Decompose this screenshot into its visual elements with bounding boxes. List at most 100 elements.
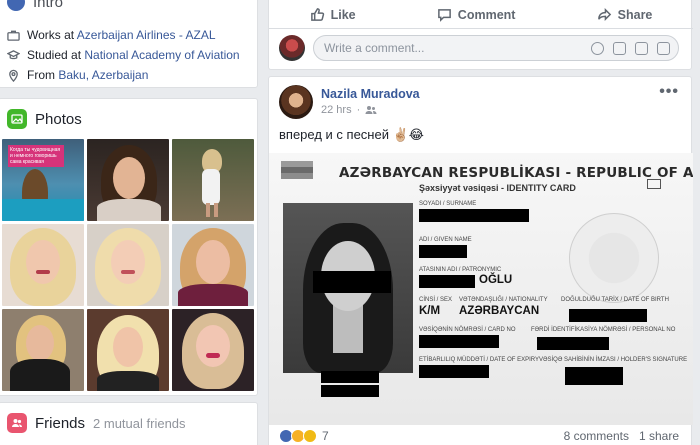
comment-input[interactable]: Write a comment... <box>313 35 679 61</box>
post-card: Nazila Muradova 22 hrs · ••• вперед и с … <box>268 76 693 445</box>
location-pin-icon <box>9 69 18 82</box>
post-header: Nazila Muradova 22 hrs · <box>279 85 420 119</box>
intro-work-text: Works at Azerbaijan Airlines - AZAL <box>27 28 216 42</box>
photo-thumb[interactable] <box>2 224 84 306</box>
post-text: вперед и с песней ✌🏼😂 <box>279 127 424 142</box>
nationality-value: AZƏRBAYCAN <box>459 305 540 317</box>
expiry-redaction <box>419 365 489 378</box>
sex-value: K/M <box>419 305 441 317</box>
photo-thumb[interactable] <box>87 309 169 391</box>
bottom-redaction-1 <box>321 371 379 383</box>
like-label: Like <box>330 7 356 22</box>
photo-thumb[interactable] <box>87 139 169 221</box>
from-prefix: From <box>27 68 59 82</box>
intro-from-text: From Baku, Azerbaijan <box>27 68 148 82</box>
photo-thumb[interactable] <box>172 224 254 306</box>
gif-icon[interactable] <box>635 41 648 55</box>
previous-post-footer: Like Comment Share Write a comment... <box>268 0 693 70</box>
friends-mutual-count: 2 mutual friends <box>93 415 186 431</box>
post-timestamp[interactable]: 22 hrs <box>321 104 352 116</box>
friends-audience-icon[interactable] <box>365 105 377 115</box>
flag-graphic <box>281 161 313 179</box>
work-prefix: Works at <box>27 28 77 42</box>
intro-work-row: Works at Azerbaijan Airlines - AZAL <box>7 25 240 45</box>
photo-caption: Когда ты чудовищная и немного говоришь с… <box>8 145 64 167</box>
post-options-icon[interactable]: ••• <box>659 83 679 101</box>
intro-study-text: Studied at National Academy of Aviation <box>27 48 240 62</box>
expiry-label: ETİBARLILIQ MÜDDƏTİ / DATE OF EXPIRY <box>419 357 539 363</box>
sticker-icon[interactable] <box>657 41 670 55</box>
dot-separator: · <box>356 104 361 116</box>
intro-study-row: Studied at National Academy of Aviation <box>7 45 240 65</box>
intro-card: Intro Works at Azerbaijan Airlines - AZA… <box>0 0 258 88</box>
share-count[interactable]: 1 share <box>639 429 679 443</box>
briefcase-icon <box>7 30 20 41</box>
wow-reaction-icon <box>303 429 317 443</box>
surname-redaction <box>419 209 529 222</box>
globe-icon <box>7 0 25 11</box>
signature-label: VƏSİQƏ SAHİBİNİN İMZASI / HOLDER'S SIGNA… <box>539 357 688 363</box>
comment-tools <box>591 41 670 55</box>
study-link[interactable]: National Academy of Aviation <box>84 48 239 62</box>
bottom-redaction-2 <box>321 385 379 397</box>
given-name-redaction <box>419 245 467 258</box>
photos-card: Photos Когда ты чудовищная и немного гов… <box>0 98 258 396</box>
share-arrow-icon <box>597 8 611 21</box>
work-link[interactable]: Azerbaijan Airlines - AZAL <box>77 28 216 42</box>
comment-button[interactable]: Comment <box>437 7 515 22</box>
intro-list: Works at Azerbaijan Airlines - AZAL Stud… <box>7 25 240 85</box>
reaction-summary[interactable]: 7 <box>279 429 329 443</box>
share-label: Share <box>617 7 653 22</box>
surname-label: SOYADI / SURNAME <box>419 201 477 207</box>
sex-label: CİNSİ / SEX <box>419 297 453 303</box>
comment-bubble-icon <box>437 9 451 22</box>
intro-title: Intro <box>33 0 64 11</box>
share-button[interactable]: Share <box>597 7 653 22</box>
thumbs-up-icon <box>310 8 324 21</box>
author-name[interactable]: Nazila Muradova <box>321 87 420 101</box>
dob-redaction <box>569 309 647 322</box>
photo-thumb[interactable] <box>172 309 254 391</box>
post-image[interactable]: AZƏRBAYCAN RESPUBLİKASI - REPUBLIC OF AZ… <box>269 153 693 425</box>
photo-thumb[interactable] <box>87 224 169 306</box>
id-portrait <box>283 203 413 373</box>
photos-title[interactable]: Photos <box>35 111 82 128</box>
chip-graphic <box>647 179 661 189</box>
camera-icon[interactable] <box>613 41 626 55</box>
photos-header: Photos <box>7 109 82 129</box>
author-avatar[interactable] <box>279 85 313 119</box>
post-meta: 22 hrs · <box>321 104 420 116</box>
id-card-title: AZƏRBAYCAN RESPUBLİKASI - REPUBLIC OF AZ… <box>339 165 693 181</box>
patronymic-label: ATASININ ADI / PATRONYMIC <box>419 267 502 273</box>
identity-card-photo: AZƏRBAYCAN RESPUBLİKASI - REPUBLIC OF AZ… <box>269 153 693 425</box>
facebook-profile-page: Intro Works at Azerbaijan Airlines - AZA… <box>0 0 700 445</box>
like-button[interactable]: Like <box>310 7 356 22</box>
from-link[interactable]: Baku, Azerbaijan <box>58 68 148 82</box>
photo-grid: Когда ты чудовищная и немного говоришь с… <box>2 139 254 391</box>
photos-icon <box>7 109 27 129</box>
patronymic-value: OĞLU <box>479 274 513 286</box>
post-stats: 8 comments 1 share <box>564 429 679 443</box>
friends-icon <box>7 413 27 433</box>
signature-redaction <box>565 367 623 385</box>
photo-thumb[interactable] <box>172 139 254 221</box>
patronymic-redaction <box>419 275 475 288</box>
study-prefix: Studied at <box>27 48 85 62</box>
eye-redaction-bar <box>313 271 391 293</box>
photo-thumb[interactable]: Когда ты чудовищная и немного говоришь с… <box>2 139 84 221</box>
post-action-bar: Like Comment Share <box>269 1 693 29</box>
id-card-subtitle: Şəxsiyyət vəsiqəsi - IDENTITY CARD <box>419 183 576 193</box>
personal-number-redaction <box>537 337 609 350</box>
comment-count[interactable]: 8 comments <box>564 429 629 443</box>
reaction-count: 7 <box>322 429 329 443</box>
graduation-cap-icon <box>7 49 20 59</box>
current-user-avatar <box>279 35 305 61</box>
intro-from-row: From Baku, Azerbaijan <box>7 65 240 85</box>
personal-number-label: FƏRDİ İDENTİFİKASİYA NÖMRƏSİ / PERSONAL … <box>531 327 676 333</box>
friends-title[interactable]: Friends <box>35 415 85 432</box>
left-column: Intro Works at Azerbaijan Airlines - AZA… <box>0 0 258 445</box>
emoji-icon[interactable] <box>591 41 604 55</box>
dob-label: DOĞULDUĞU TARİX / DATE OF BIRTH <box>561 297 669 303</box>
friends-header: Friends 2 mutual friends <box>7 413 186 433</box>
photo-thumb[interactable] <box>2 309 84 391</box>
